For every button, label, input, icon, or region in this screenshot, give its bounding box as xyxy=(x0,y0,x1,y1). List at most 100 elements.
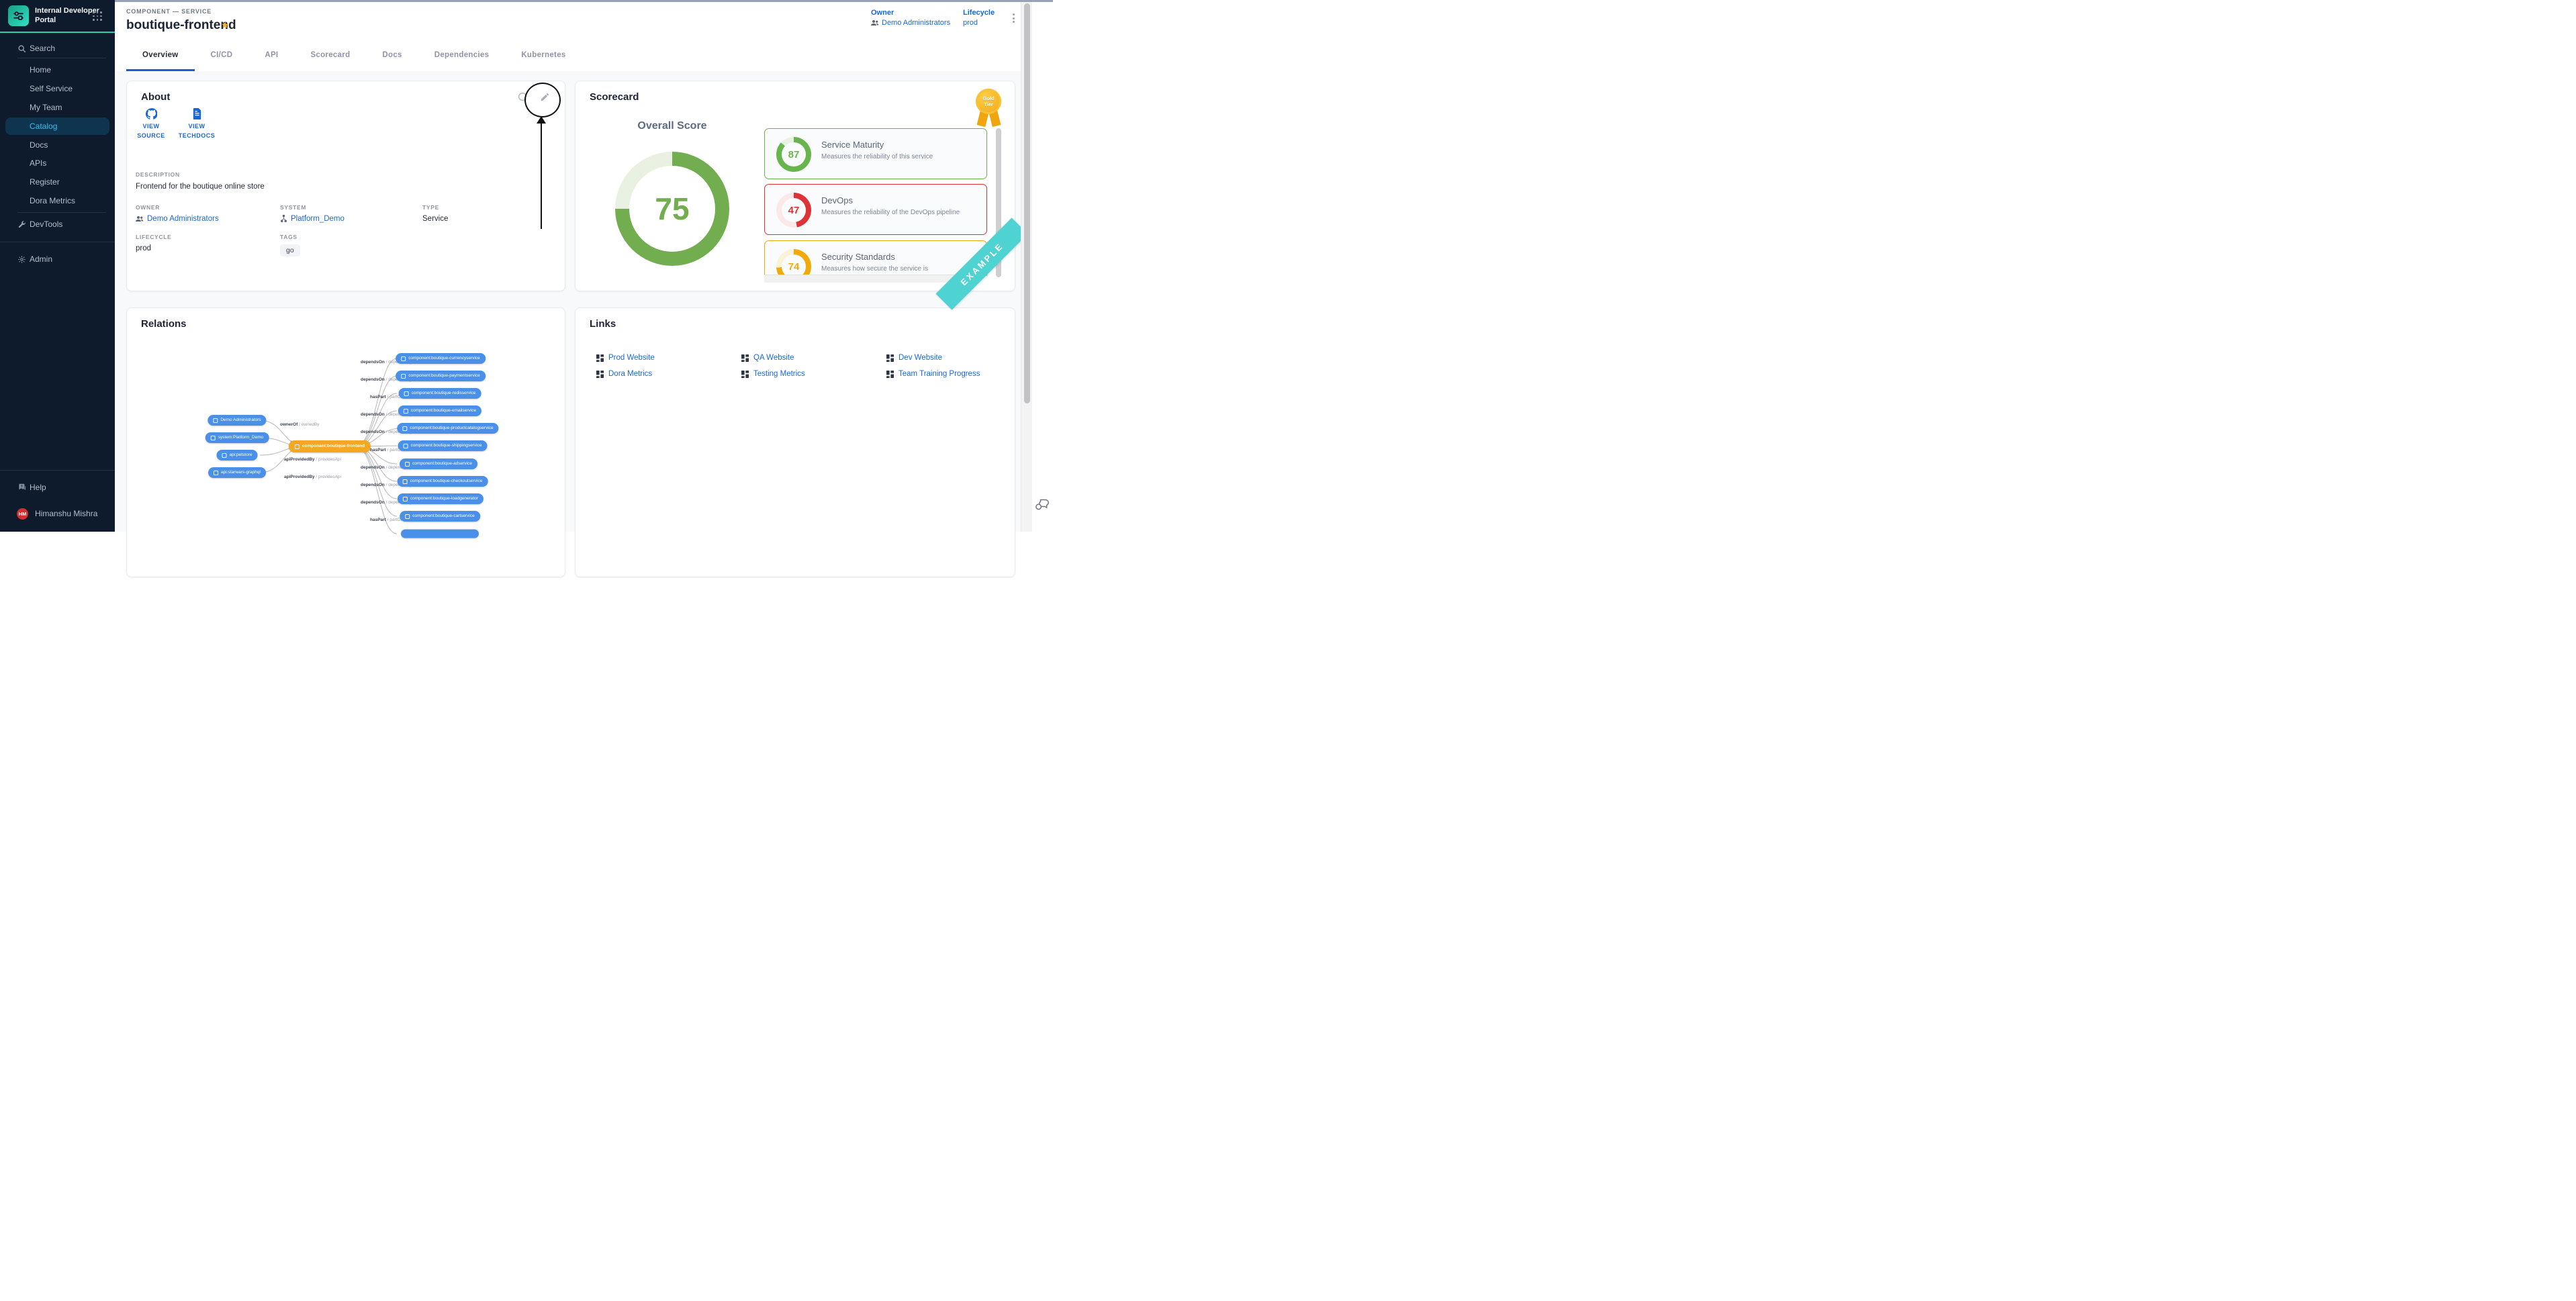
sidebar-item-help[interactable]: ? Help xyxy=(0,479,115,496)
link-qa-website[interactable]: QA Website xyxy=(741,352,886,363)
entity-icon xyxy=(211,436,216,440)
apps-grid-icon[interactable] xyxy=(93,11,102,21)
entity-icon xyxy=(214,471,218,475)
entity-icon xyxy=(403,479,408,484)
group-icon xyxy=(136,215,144,222)
link-testing-metrics[interactable]: Testing Metrics xyxy=(741,369,886,379)
link-prod-website[interactable]: Prod Website xyxy=(596,352,741,363)
sidebar-item-label: Register xyxy=(30,177,60,187)
link-dora-metrics[interactable]: Dora Metrics xyxy=(596,369,741,379)
portal-logo-icon[interactable] xyxy=(8,5,29,26)
sidebar-item-admin[interactable]: Admin xyxy=(0,250,115,268)
score-description: Measures the reliability of this service xyxy=(821,153,933,160)
link-dev-website[interactable]: Dev Website xyxy=(886,352,980,363)
node-label: component:boutique-adservice xyxy=(412,462,472,467)
link-team-training-progress[interactable]: Team Training Progress xyxy=(886,369,980,379)
relation-node-partial[interactable] xyxy=(401,530,479,538)
node-label: component:boutique-loadgenerator xyxy=(410,497,478,501)
sidebar-item-label: DevTools xyxy=(30,220,62,229)
badge-text: Tier xyxy=(984,101,993,107)
node-label: component:boutique-productcatalogservice xyxy=(410,426,493,431)
tab-scorecard[interactable]: Scorecard xyxy=(294,38,366,71)
tag-chip-go[interactable]: go xyxy=(280,244,300,256)
relation-node-component[interactable]: component:boutique-productcatalogservice xyxy=(397,423,498,434)
relation-node-api[interactable]: api:petstore xyxy=(217,450,258,461)
owner-field-label: OWNER xyxy=(136,204,160,211)
gold-tier-badge: Gold Tier xyxy=(976,89,1001,114)
relation-node-system[interactable]: system:Platform_Demo xyxy=(205,432,269,443)
brand-header: Internal Developer Portal xyxy=(0,0,115,33)
relations-graph[interactable]: Demo Administrators system:Platform_Demo… xyxy=(127,308,565,577)
relation-node-component[interactable]: component:boutique-paymentservice xyxy=(396,371,486,381)
sidebar-item-devtools[interactable]: DevTools xyxy=(0,215,115,233)
scorecard-item-devops[interactable]: 47 DevOps Measures the reliability of th… xyxy=(764,184,987,235)
links-card: Links Prod Website QA Website Dev Websit… xyxy=(575,307,1015,577)
sidebar-divider xyxy=(0,470,115,471)
entity-icon xyxy=(295,444,300,449)
sidebar-item-catalog[interactable]: Catalog xyxy=(5,117,109,135)
edge-label: hasPart / partOf xyxy=(370,518,402,523)
link-label: QA Website xyxy=(753,354,794,362)
relation-node-component[interactable]: component:boutique-cartservice xyxy=(400,511,480,522)
relation-node-component[interactable]: component:boutique-currencyservice xyxy=(396,353,486,364)
relation-node-api[interactable]: api:starwars-graphql xyxy=(208,467,266,478)
sidebar-item-search[interactable]: Search xyxy=(0,40,115,57)
more-options-button[interactable] xyxy=(1009,13,1018,27)
sidebar-item-self-service[interactable]: Self Service xyxy=(0,80,115,97)
page-scrollbar-thumb[interactable] xyxy=(1024,3,1030,403)
sidebar-item-apis[interactable]: APIs xyxy=(0,154,115,172)
owner-field-link[interactable]: Demo Administrators xyxy=(136,215,219,223)
about-card: About VIEW SOURCE VIEW TECHDOCS DESCRIPT… xyxy=(126,81,565,291)
right-gutter xyxy=(1032,2,1053,532)
score-donut: 74 xyxy=(776,249,811,276)
link-label: Team Training Progress xyxy=(899,370,980,378)
relations-card: Relations xyxy=(126,307,565,577)
relation-node-component[interactable]: component:boutique-redisservice xyxy=(399,388,481,399)
dashboard-icon xyxy=(886,354,894,362)
sidebar-item-label: APIs xyxy=(30,158,46,168)
type-field-label: TYPE xyxy=(422,204,439,211)
system-field-link[interactable]: Platform_Demo xyxy=(280,215,344,223)
score-value: 47 xyxy=(776,193,811,228)
relation-node-component[interactable]: component:boutique-loadgenerator xyxy=(398,493,484,504)
node-label: component:boutique-paymentservice xyxy=(408,374,480,379)
sidebar-item-label: Self Service xyxy=(30,84,73,93)
edge-label: apiProvidedBy / providesApi xyxy=(284,475,341,480)
relation-node-component[interactable]: component:boutique-checkoutservice xyxy=(398,476,488,487)
scorecard-item-security-standards[interactable]: 74 Security Standards Measures how secur… xyxy=(764,240,987,276)
description-label: DESCRIPTION xyxy=(136,171,180,178)
sidebar-item-label: My Team xyxy=(30,103,62,112)
type-field-value: Service xyxy=(422,215,448,223)
tab-overview[interactable]: Overview xyxy=(126,38,195,71)
relation-node-component[interactable]: component:boutique-shippingservice xyxy=(398,440,488,451)
page-scrollbar-track[interactable] xyxy=(1021,2,1033,532)
view-techdocs-button[interactable]: VIEW TECHDOCS xyxy=(175,108,218,140)
tab-cicd[interactable]: CI/CD xyxy=(195,38,249,71)
relation-node-center[interactable]: component:boutique-frontend xyxy=(289,440,371,452)
sidebar-item-docs[interactable]: Docs xyxy=(0,136,115,154)
sidebar-item-dora-metrics[interactable]: Dora Metrics xyxy=(0,192,115,209)
github-icon xyxy=(146,108,157,119)
relation-node-component[interactable]: component:boutique-adservice xyxy=(400,459,477,469)
sidebar-item-label: Catalog xyxy=(30,122,57,131)
sidebar-item-label: Docs xyxy=(30,140,48,150)
node-label: system:Platform_Demo xyxy=(218,436,264,440)
favorite-star-icon[interactable]: ★ xyxy=(221,19,230,31)
sidebar-item-home[interactable]: Home xyxy=(0,61,115,79)
tab-docs[interactable]: Docs xyxy=(366,38,418,71)
relation-node-component[interactable]: component:boutique-emailservice xyxy=(398,405,481,416)
horizontal-scrollbar[interactable] xyxy=(764,275,978,283)
edge-label: hasPart / partOf xyxy=(370,395,402,400)
view-source-button[interactable]: VIEW SOURCE xyxy=(130,108,173,140)
system-field-value: Platform_Demo xyxy=(291,215,344,223)
user-menu[interactable]: HM Himanshu Mishra xyxy=(0,504,115,523)
sidebar-item-register[interactable]: Register xyxy=(0,173,115,191)
sidebar-item-my-team[interactable]: My Team xyxy=(0,99,115,116)
tab-dependencies[interactable]: Dependencies xyxy=(418,38,506,71)
relation-node-group[interactable]: Demo Administrators xyxy=(208,415,266,426)
tab-kubernetes[interactable]: Kubernetes xyxy=(505,38,582,71)
scorecard-item-service-maturity[interactable]: 87 Service Maturity Measures the reliabi… xyxy=(764,128,987,179)
chat-bubbles-icon[interactable] xyxy=(1035,498,1050,512)
owner-link[interactable]: Demo Administrators xyxy=(871,19,950,27)
tab-api[interactable]: API xyxy=(248,38,294,71)
